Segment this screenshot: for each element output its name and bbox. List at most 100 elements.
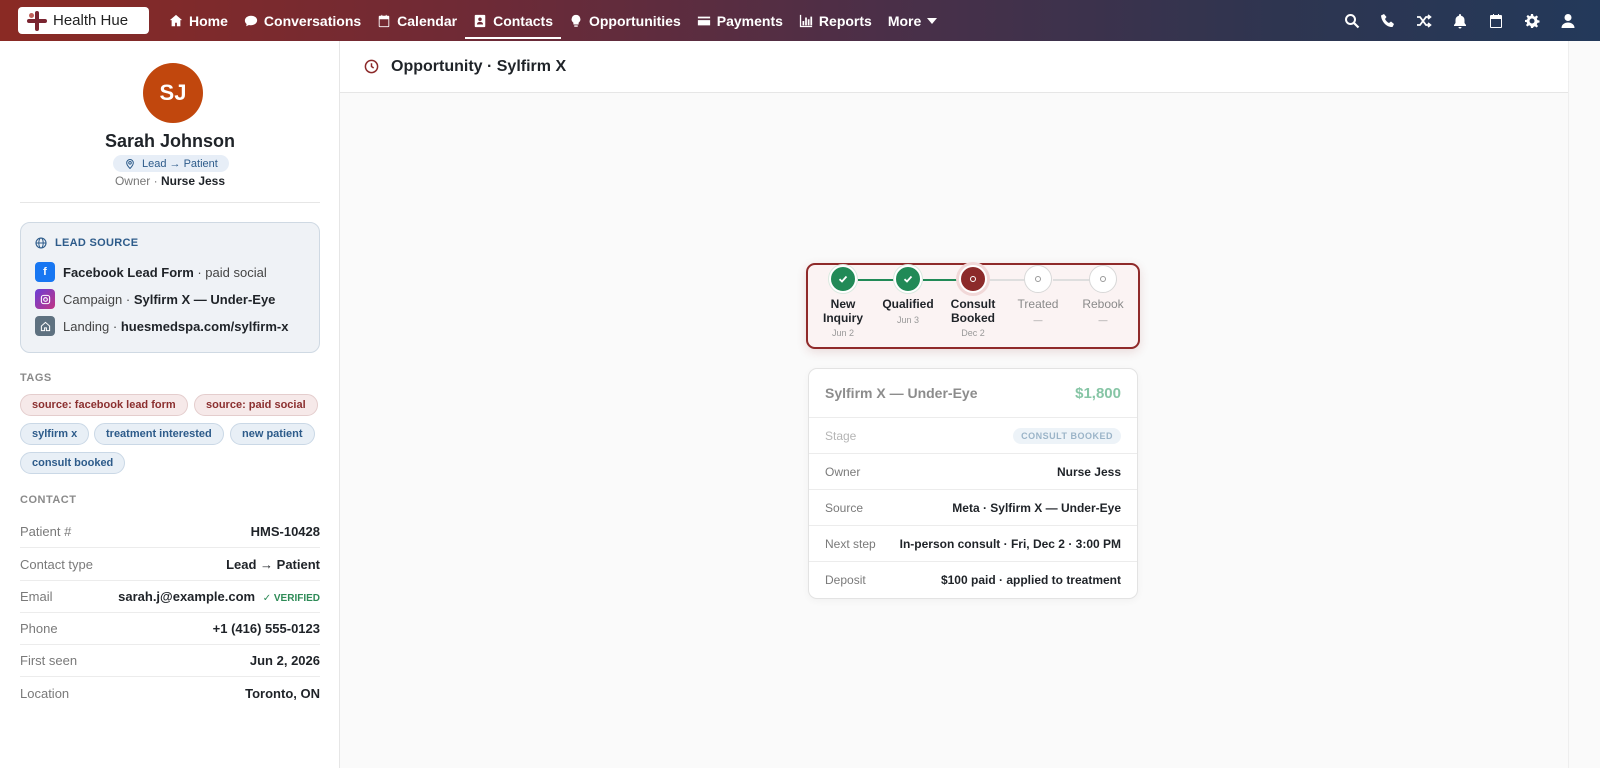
step-date: Dec 2 [961, 328, 985, 338]
step-pending-marker [1024, 265, 1052, 293]
nav-home-label: Home [189, 12, 228, 29]
contact-row-value[interactable]: sarah.j@example.com [118, 589, 255, 604]
lead-source-row-landing[interactable]: Landing · huesmedspa.com/sylfirm-x [35, 316, 288, 336]
nav-payments[interactable]: Payments [689, 0, 791, 41]
opportunity-row-owner: Owner Nurse Jess [809, 454, 1137, 490]
lead-source-heading-text: LEAD SOURCE [55, 237, 139, 249]
contacts-icon [474, 14, 486, 27]
brand-name: Health Hue [53, 12, 129, 29]
check-icon [838, 275, 848, 283]
brand-logo[interactable]: Health Hue [18, 7, 149, 34]
scrollbar[interactable] [1568, 41, 1600, 768]
lead-source-card: LEAD SOURCE f Facebook Lead Form · paid … [20, 222, 320, 353]
nav-opportunities-label: Opportunities [588, 12, 681, 29]
nav-opportunities[interactable]: Opportunities [561, 0, 689, 41]
step-done-marker [829, 265, 857, 293]
contact-row-value[interactable]: HMS-10428 [251, 524, 320, 539]
nav-reports-label: Reports [818, 12, 872, 29]
lead-source-row-campaign[interactable]: Campaign · Sylfirm X — Under-Eye [35, 289, 275, 309]
chat-icon [244, 15, 258, 26]
contact-row-label: Patient # [20, 524, 72, 539]
shuffle-button[interactable] [1406, 0, 1442, 41]
contact-heading: CONTACT [20, 494, 77, 506]
nav-calendar[interactable]: Calendar [369, 0, 465, 41]
home-icon [169, 14, 183, 26]
lead-source-row-bold: huesmedspa.com/sylfirm-x [120, 318, 289, 334]
location-pin-icon [126, 158, 134, 169]
tag[interactable]: source: facebook lead form [20, 394, 188, 416]
pipeline-step-consult-booked[interactable]: Consult Booked Dec 2 [941, 265, 1005, 338]
contact-row-label: First seen [20, 653, 78, 668]
bar-chart-icon [799, 14, 813, 27]
nav-calendar-label: Calendar [397, 12, 458, 29]
contact-row-location: Location Toronto, ON [20, 677, 320, 709]
nav-contacts-label: Contacts [493, 12, 553, 29]
step-label: Treated [1017, 297, 1059, 311]
opportunity-row-value: Nurse Jess [1056, 464, 1121, 479]
opportunity-row-label: Stage [825, 428, 857, 443]
step-date: — [1033, 315, 1043, 325]
avatar[interactable]: SJ [143, 63, 203, 123]
step-label: New Inquiry [822, 297, 863, 325]
profile-button[interactable] [1550, 0, 1586, 41]
nav-conversations-label: Conversations [263, 12, 362, 29]
contact-row-value: Jun 2, 2026 [249, 653, 320, 668]
nav-contacts[interactable]: Contacts [465, 0, 561, 41]
page-header: Opportunity · Sylfirm X [340, 41, 1568, 93]
pipeline-step-new-inquiry[interactable]: New Inquiry Jun 2 [811, 265, 875, 338]
step-date: — [1098, 315, 1108, 325]
pipeline-step-treated[interactable]: Treated — [1006, 265, 1070, 325]
nav-home[interactable]: Home [161, 0, 236, 41]
tag[interactable]: new patient [230, 423, 315, 445]
lead-source-heading: LEAD SOURCE [35, 237, 138, 249]
pipeline-step-rebook[interactable]: Rebook — [1071, 265, 1135, 325]
opportunity-row-stage: Stage CONSULT BOOKED [809, 418, 1137, 454]
opportunity-row-label: Next step [825, 536, 876, 551]
lead-source-row-before: Campaign · [63, 291, 134, 307]
pipeline-step-qualified[interactable]: Qualified Jun 3 [876, 265, 940, 325]
page-title: Opportunity · Sylfirm X [391, 57, 567, 75]
contact-name: Sarah Johnson [104, 131, 236, 151]
contact-sidebar: SJ Sarah Johnson Lead → Patient Owner · … [0, 41, 340, 768]
opportunity-row-deposit: Deposit $100 paid · applied to treatment [809, 562, 1137, 598]
step-date: Jun 3 [896, 315, 920, 325]
search-button[interactable] [1334, 0, 1370, 41]
clock-icon [364, 59, 379, 74]
divider [20, 202, 320, 203]
contact-row-value[interactable]: +1 (416) 555-0123 [213, 621, 320, 636]
top-right-actions [1334, 0, 1586, 41]
step-label: Rebook [1082, 297, 1124, 311]
phone-icon [1381, 13, 1394, 27]
opportunity-amount: $1,800 [1075, 384, 1121, 402]
opportunity-card-header: Sylfirm X — Under-Eye $1,800 [809, 369, 1137, 418]
step-date: Jun 2 [831, 328, 855, 338]
phone-button[interactable] [1370, 0, 1406, 41]
nav-more-label: More [887, 12, 922, 29]
chevron-down-icon [927, 17, 938, 24]
step-current-marker [959, 265, 987, 293]
nav-conversations[interactable]: Conversations [236, 0, 369, 41]
opportunity-row-next-step: Next step In-person consult · Fri, Dec 2… [809, 526, 1137, 562]
opportunity-card[interactable]: Sylfirm X — Under-Eye $1,800 Stage CONSU… [808, 368, 1138, 599]
opportunity-row-label: Owner [825, 464, 861, 479]
home-icon [35, 316, 55, 336]
tag[interactable]: consult booked [20, 452, 126, 474]
lead-source-row-before: Landing · [63, 318, 121, 334]
nav-more[interactable]: More [880, 0, 945, 41]
opportunity-row-label: Deposit [825, 573, 866, 587]
contact-row-patient-number: Patient # HMS-10428 [20, 516, 320, 548]
tag[interactable]: source: paid social [194, 394, 318, 416]
verified-badge: ✓ VERIFIED [262, 593, 320, 604]
opportunity-row-value: $100 paid · applied to treatment [940, 573, 1121, 587]
nav-reports[interactable]: Reports [791, 0, 880, 41]
calendar-button[interactable] [1478, 0, 1514, 41]
contact-row-value[interactable]: Lead → Patient [226, 557, 320, 572]
settings-button[interactable] [1514, 0, 1550, 41]
tag[interactable]: sylfirm x [20, 423, 90, 445]
calendar-icon [378, 14, 390, 27]
lead-source-row-form[interactable]: f Facebook Lead Form · paid social [35, 262, 267, 282]
lightbulb-icon [571, 14, 581, 27]
tag[interactable]: treatment interested [94, 423, 224, 445]
notifications-button[interactable] [1442, 0, 1478, 41]
contact-type-pill-label: Lead → Patient [142, 157, 218, 170]
